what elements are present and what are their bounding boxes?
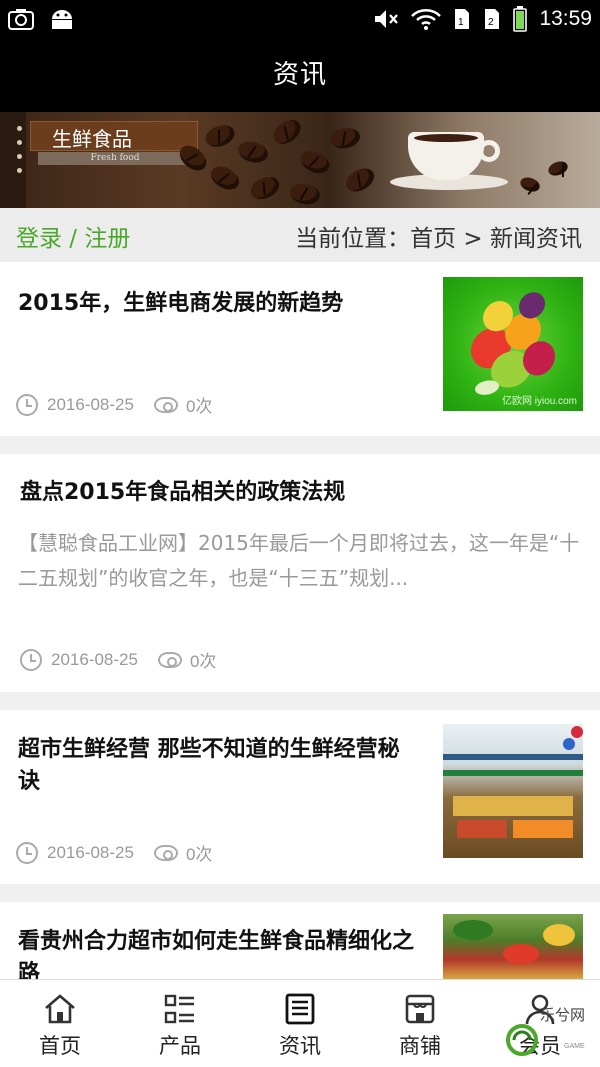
screenshot-icon <box>8 9 34 30</box>
eye-icon <box>153 844 178 861</box>
news-thumbnail[interactable]: 亿欧网 iyiou.com <box>443 277 583 411</box>
banner-dots <box>17 126 23 182</box>
coffee-bean <box>235 138 271 166</box>
svg-text:1: 1 <box>458 17 464 28</box>
news-date: 2016-08-25 <box>47 394 134 414</box>
battery-icon <box>513 6 528 32</box>
watermark-sub: GAME <box>564 1043 585 1050</box>
site-watermark-logo: 乐兮网 GAME <box>506 1006 585 1056</box>
watermark-text: 乐兮网 <box>540 1006 585 1024</box>
eye-icon <box>157 651 182 668</box>
news-item[interactable]: 2015年，生鲜电商发展的新趋势 2016-08-25 0次 亿欧网 iyiou… <box>0 262 600 436</box>
news-item[interactable]: 看贵州合力超市如何走生鲜食品精细化之路 <box>0 902 600 986</box>
news-views: 0次 <box>185 397 213 416</box>
coffee-bean <box>342 163 378 197</box>
app-header: 资讯 <box>0 42 600 112</box>
news-item[interactable]: 超市生鲜经营 那些不知道的生鲜经营秘诀 2016-08-25 0次 <box>0 710 600 884</box>
sim2-icon: 2 <box>485 9 500 29</box>
news-date: 2016-08-25 <box>47 842 134 862</box>
nav-label: 首页 <box>39 1034 81 1058</box>
wifi-icon <box>411 9 442 30</box>
status-bar: 1 2 13:59 <box>0 0 600 42</box>
banner-image: 生鲜食品 Fresh food <box>0 112 600 208</box>
news-title[interactable]: 超市生鲜经营 那些不知道的生鲜经营秘诀 <box>18 734 418 798</box>
mute-icon <box>375 10 399 28</box>
svg-text:2: 2 <box>488 17 494 28</box>
thumb-watermark: 亿欧网 iyiou.com <box>501 396 577 407</box>
clock-icon <box>16 841 38 864</box>
page-title: 资讯 <box>272 60 327 90</box>
clock-icon <box>20 648 42 671</box>
news-views: 0次 <box>189 652 217 671</box>
coffee-bean <box>518 174 542 195</box>
fruit-cube <box>471 289 555 397</box>
breadcrumb-bar: 登录 / 注册 当前位置：首页 > 新闻资讯 <box>0 208 600 262</box>
banner-title: 生鲜食品 <box>52 127 132 151</box>
news-thumbnail[interactable] <box>443 914 583 979</box>
nav-item-stores[interactable]: 商铺 <box>360 980 480 1067</box>
coffee-surface <box>414 134 478 142</box>
list-icon <box>164 994 194 1024</box>
coffee-bean <box>546 158 570 179</box>
news-views: 0次 <box>185 845 213 864</box>
news-meta: 2016-08-25 0次 <box>20 647 216 672</box>
news-title[interactable]: 2015年，生鲜电商发展的新趋势 <box>18 288 428 320</box>
sim1-icon: 1 <box>455 9 470 29</box>
news-title[interactable]: 盘点2015年食品相关的政策法规 <box>20 477 580 509</box>
coffee-bean <box>247 172 283 204</box>
news-date: 2016-08-25 <box>51 649 138 669</box>
clock-icon <box>16 393 38 416</box>
clock-time: 13:59 <box>539 7 592 30</box>
nav-item-products[interactable]: 产品 <box>120 980 240 1067</box>
news-icon <box>285 993 315 1025</box>
nav-item-news[interactable]: 资讯 <box>240 980 360 1067</box>
eye-icon <box>153 396 178 413</box>
news-meta: 2016-08-25 0次 <box>16 392 212 417</box>
news-thumbnail[interactable] <box>443 724 583 858</box>
home-icon <box>45 994 75 1024</box>
store-icon <box>405 994 435 1024</box>
banner-subtitle: Fresh food <box>38 152 192 165</box>
coffee-bean <box>288 181 322 207</box>
nav-label: 产品 <box>159 1034 201 1058</box>
android-icon <box>52 10 72 29</box>
nav-label: 资讯 <box>279 1034 321 1058</box>
coffee-bean <box>268 115 306 149</box>
coffee-bean <box>207 161 243 195</box>
coffee-bean <box>202 121 238 151</box>
nav-item-home[interactable]: 首页 <box>0 980 120 1067</box>
news-meta: 2016-08-25 0次 <box>16 840 212 865</box>
news-summary: 【慧聪食品工业网】2015年最后一个月即将过去，这一年是“十二五规划”的收官之年… <box>18 531 580 590</box>
login-register-link[interactable]: 登录 / 注册 <box>16 219 130 253</box>
nav-label: 商铺 <box>399 1034 441 1058</box>
news-item[interactable]: 盘点2015年食品相关的政策法规 【慧聪食品工业网】2015年最后一个月即将过去… <box>0 454 600 692</box>
coffee-bean <box>297 146 333 178</box>
breadcrumb: 当前位置：首页 > 新闻资讯 <box>295 226 582 252</box>
coffee-bean <box>328 125 362 151</box>
